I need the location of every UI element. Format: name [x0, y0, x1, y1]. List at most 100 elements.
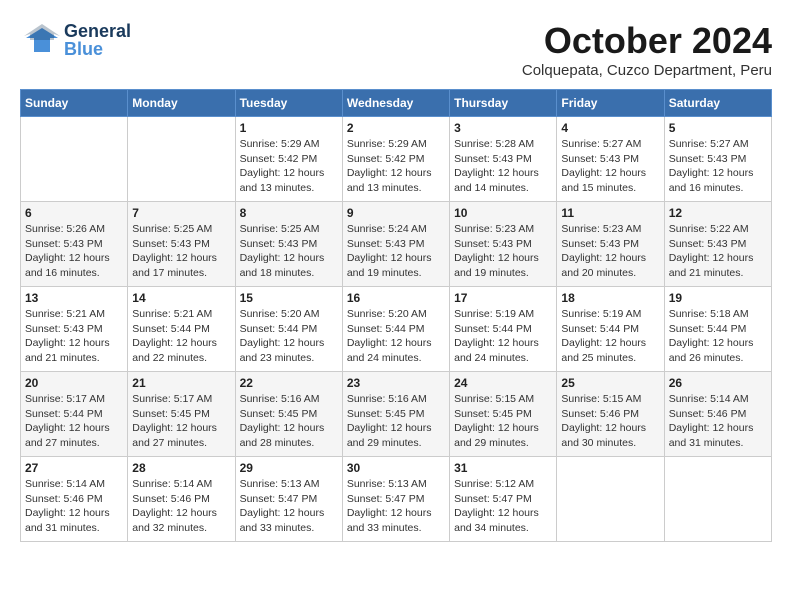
day-sunrise: Sunrise: 5:27 AM: [561, 138, 641, 150]
day-number: 3: [454, 121, 552, 135]
day-number: 27: [25, 461, 123, 475]
day-sunrise: Sunrise: 5:28 AM: [454, 138, 534, 150]
day-sunset: Sunset: 5:44 PM: [454, 323, 532, 335]
day-sunset: Sunset: 5:45 PM: [454, 408, 532, 420]
day-daylight: Daylight: 12 hours and 18 minutes.: [240, 252, 325, 279]
day-sunset: Sunset: 5:45 PM: [240, 408, 318, 420]
day-sunrise: Sunrise: 5:15 AM: [561, 393, 641, 405]
day-number: 20: [25, 376, 123, 390]
day-sunset: Sunset: 5:43 PM: [454, 153, 532, 165]
day-sunset: Sunset: 5:44 PM: [561, 323, 639, 335]
day-sunrise: Sunrise: 5:17 AM: [25, 393, 105, 405]
day-sunrise: Sunrise: 5:15 AM: [454, 393, 534, 405]
table-row: 27 Sunrise: 5:14 AM Sunset: 5:46 PM Dayl…: [21, 457, 128, 542]
day-number: 14: [132, 291, 230, 305]
day-daylight: Daylight: 12 hours and 13 minutes.: [240, 167, 325, 194]
logo-blue-text: Blue: [64, 40, 131, 58]
day-daylight: Daylight: 12 hours and 22 minutes.: [132, 337, 217, 364]
day-sunset: Sunset: 5:45 PM: [347, 408, 425, 420]
day-number: 26: [669, 376, 767, 390]
day-number: 21: [132, 376, 230, 390]
day-sunrise: Sunrise: 5:16 AM: [240, 393, 320, 405]
day-number: 7: [132, 206, 230, 220]
day-sunset: Sunset: 5:47 PM: [347, 493, 425, 505]
day-number: 6: [25, 206, 123, 220]
day-daylight: Daylight: 12 hours and 27 minutes.: [25, 422, 110, 449]
logo-icon: [20, 20, 60, 60]
table-row: 9 Sunrise: 5:24 AM Sunset: 5:43 PM Dayli…: [342, 202, 449, 287]
header-sunday: Sunday: [21, 90, 128, 117]
day-number: 8: [240, 206, 338, 220]
day-daylight: Daylight: 12 hours and 14 minutes.: [454, 167, 539, 194]
day-number: 22: [240, 376, 338, 390]
table-row: 31 Sunrise: 5:12 AM Sunset: 5:47 PM Dayl…: [450, 457, 557, 542]
day-sunset: Sunset: 5:43 PM: [454, 238, 532, 250]
table-row: 3 Sunrise: 5:28 AM Sunset: 5:43 PM Dayli…: [450, 117, 557, 202]
day-sunset: Sunset: 5:43 PM: [25, 323, 103, 335]
day-sunset: Sunset: 5:47 PM: [240, 493, 318, 505]
day-sunset: Sunset: 5:44 PM: [25, 408, 103, 420]
day-daylight: Daylight: 12 hours and 19 minutes.: [454, 252, 539, 279]
day-sunrise: Sunrise: 5:23 AM: [561, 223, 641, 235]
day-sunrise: Sunrise: 5:29 AM: [347, 138, 427, 150]
table-row: 26 Sunrise: 5:14 AM Sunset: 5:46 PM Dayl…: [664, 372, 771, 457]
table-row: 6 Sunrise: 5:26 AM Sunset: 5:43 PM Dayli…: [21, 202, 128, 287]
table-row: 18 Sunrise: 5:19 AM Sunset: 5:44 PM Dayl…: [557, 287, 664, 372]
day-daylight: Daylight: 12 hours and 17 minutes.: [132, 252, 217, 279]
table-row: [664, 457, 771, 542]
table-row: [557, 457, 664, 542]
day-sunset: Sunset: 5:44 PM: [240, 323, 318, 335]
day-daylight: Daylight: 12 hours and 29 minutes.: [347, 422, 432, 449]
day-number: 13: [25, 291, 123, 305]
day-daylight: Daylight: 12 hours and 24 minutes.: [454, 337, 539, 364]
day-sunset: Sunset: 5:43 PM: [25, 238, 103, 250]
day-sunrise: Sunrise: 5:26 AM: [25, 223, 105, 235]
day-daylight: Daylight: 12 hours and 23 minutes.: [240, 337, 325, 364]
day-sunset: Sunset: 5:44 PM: [132, 323, 210, 335]
day-daylight: Daylight: 12 hours and 33 minutes.: [347, 507, 432, 534]
table-row: 4 Sunrise: 5:27 AM Sunset: 5:43 PM Dayli…: [557, 117, 664, 202]
day-number: 18: [561, 291, 659, 305]
table-row: 29 Sunrise: 5:13 AM Sunset: 5:47 PM Dayl…: [235, 457, 342, 542]
calendar-week-row: 20 Sunrise: 5:17 AM Sunset: 5:44 PM Dayl…: [21, 372, 772, 457]
day-daylight: Daylight: 12 hours and 31 minutes.: [669, 422, 754, 449]
day-number: 11: [561, 206, 659, 220]
day-sunrise: Sunrise: 5:23 AM: [454, 223, 534, 235]
day-daylight: Daylight: 12 hours and 19 minutes.: [347, 252, 432, 279]
day-daylight: Daylight: 12 hours and 20 minutes.: [561, 252, 646, 279]
day-sunset: Sunset: 5:45 PM: [132, 408, 210, 420]
table-row: 12 Sunrise: 5:22 AM Sunset: 5:43 PM Dayl…: [664, 202, 771, 287]
day-number: 19: [669, 291, 767, 305]
day-sunrise: Sunrise: 5:14 AM: [132, 478, 212, 490]
day-number: 10: [454, 206, 552, 220]
title-area: October 2024 Colquepata, Cuzco Departmen…: [522, 20, 772, 79]
day-sunrise: Sunrise: 5:29 AM: [240, 138, 320, 150]
day-sunrise: Sunrise: 5:18 AM: [669, 308, 749, 320]
calendar-week-row: 6 Sunrise: 5:26 AM Sunset: 5:43 PM Dayli…: [21, 202, 772, 287]
table-row: 19 Sunrise: 5:18 AM Sunset: 5:44 PM Dayl…: [664, 287, 771, 372]
day-daylight: Daylight: 12 hours and 28 minutes.: [240, 422, 325, 449]
day-number: 24: [454, 376, 552, 390]
day-sunset: Sunset: 5:46 PM: [132, 493, 210, 505]
table-row: 10 Sunrise: 5:23 AM Sunset: 5:43 PM Dayl…: [450, 202, 557, 287]
header-monday: Monday: [128, 90, 235, 117]
day-daylight: Daylight: 12 hours and 27 minutes.: [132, 422, 217, 449]
day-daylight: Daylight: 12 hours and 21 minutes.: [669, 252, 754, 279]
day-sunrise: Sunrise: 5:13 AM: [347, 478, 427, 490]
calendar-table: Sunday Monday Tuesday Wednesday Thursday…: [20, 89, 772, 542]
day-number: 1: [240, 121, 338, 135]
day-sunrise: Sunrise: 5:20 AM: [240, 308, 320, 320]
logo-text: General Blue: [64, 22, 131, 58]
calendar-week-row: 1 Sunrise: 5:29 AM Sunset: 5:42 PM Dayli…: [21, 117, 772, 202]
day-number: 16: [347, 291, 445, 305]
day-sunrise: Sunrise: 5:21 AM: [25, 308, 105, 320]
header-saturday: Saturday: [664, 90, 771, 117]
table-row: 16 Sunrise: 5:20 AM Sunset: 5:44 PM Dayl…: [342, 287, 449, 372]
header: General Blue October 2024 Colquepata, Cu…: [20, 20, 772, 79]
day-sunrise: Sunrise: 5:16 AM: [347, 393, 427, 405]
day-number: 25: [561, 376, 659, 390]
day-sunset: Sunset: 5:43 PM: [669, 153, 747, 165]
day-sunset: Sunset: 5:44 PM: [347, 323, 425, 335]
day-number: 31: [454, 461, 552, 475]
header-wednesday: Wednesday: [342, 90, 449, 117]
